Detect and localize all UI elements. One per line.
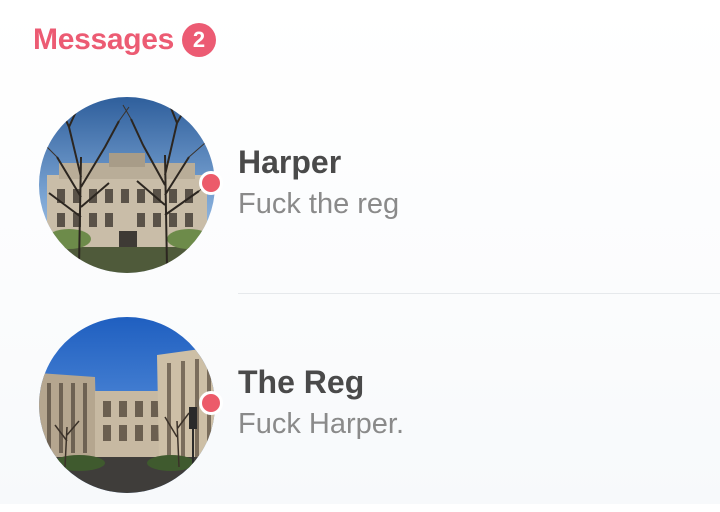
conversation-name: The Reg [238, 364, 365, 400]
unread-count-badge: 2 [182, 23, 217, 57]
conversation-row[interactable]: The Reg Fuck Harper. [0, 312, 720, 512]
conversation-preview: Fuck Harper. [238, 408, 404, 440]
unread-indicator-dot [199, 171, 223, 195]
messages-header: Messages 2 [33, 20, 217, 60]
avatar[interactable] [39, 97, 215, 273]
conversation-row[interactable]: Harper Fuck the reg [0, 92, 720, 292]
avatar[interactable] [39, 317, 215, 493]
building-photo-icon [39, 317, 215, 493]
unread-indicator-dot [199, 391, 223, 415]
messages-title: Messages [33, 23, 175, 56]
building-photo-icon [39, 97, 215, 273]
row-divider [238, 293, 720, 294]
conversation-preview: Fuck the reg [238, 188, 400, 220]
conversation-name: Harper [238, 144, 342, 180]
